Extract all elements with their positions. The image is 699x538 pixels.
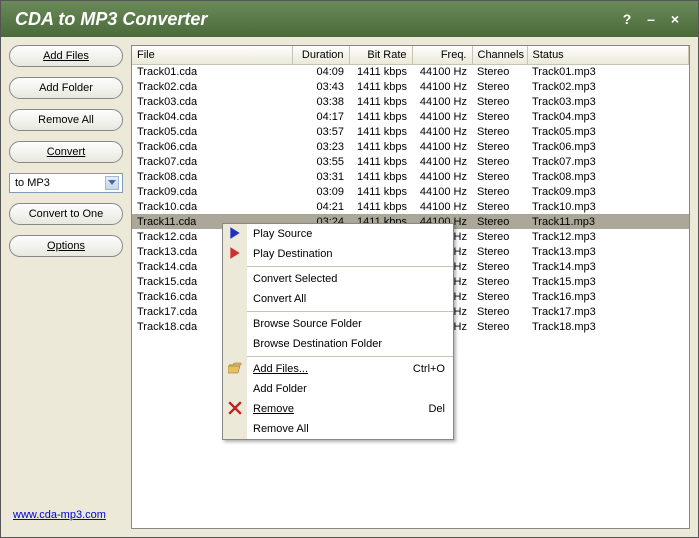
menu-remove-all[interactable]: Remove All: [247, 419, 453, 439]
sidebar: Add Files Add Folder Remove All Convert …: [1, 37, 131, 537]
col-file[interactable]: File: [132, 46, 292, 64]
context-menu: Play Source Play Destination Convert Sel…: [222, 223, 454, 440]
menu-add-files[interactable]: Add Files...Ctrl+O: [247, 359, 453, 379]
folder-open-icon: [226, 359, 244, 377]
col-freq[interactable]: Freq.: [412, 46, 472, 64]
menu-play-destination[interactable]: Play Destination: [247, 244, 453, 264]
convert-to-one-button[interactable]: Convert to One: [9, 203, 123, 225]
table-row[interactable]: Track03.cda03:381411 kbps44100 HzStereoT…: [132, 94, 689, 109]
col-status[interactable]: Status: [527, 46, 689, 64]
chevron-down-icon: [105, 176, 119, 190]
col-duration[interactable]: Duration: [292, 46, 349, 64]
close-button[interactable]: ×: [666, 11, 684, 27]
add-files-button[interactable]: Add Files: [9, 45, 123, 67]
convert-button[interactable]: Convert: [9, 141, 123, 163]
delete-icon: [226, 399, 244, 417]
titlebar[interactable]: CDA to MP3 Converter ? – ×: [1, 1, 698, 37]
table-row[interactable]: Track08.cda03:311411 kbps44100 HzStereoT…: [132, 169, 689, 184]
add-folder-button[interactable]: Add Folder: [9, 77, 123, 99]
menu-remove[interactable]: RemoveDel: [247, 399, 453, 419]
menu-play-source[interactable]: Play Source: [247, 224, 453, 244]
menu-add-folder[interactable]: Add Folder: [247, 379, 453, 399]
format-select[interactable]: to MP3: [9, 173, 123, 193]
file-list: File Duration Bit Rate Freq. Channels St…: [131, 45, 690, 529]
table-row[interactable]: Track02.cda03:431411 kbps44100 HzStereoT…: [132, 79, 689, 94]
minimize-button[interactable]: –: [642, 11, 660, 27]
table-row[interactable]: Track06.cda03:231411 kbps44100 HzStereoT…: [132, 139, 689, 154]
remove-all-button[interactable]: Remove All: [9, 109, 123, 131]
play-icon: [226, 224, 244, 242]
table-row[interactable]: Track01.cda04:091411 kbps44100 HzStereoT…: [132, 64, 689, 79]
footer-link[interactable]: www.cda-mp3.com: [9, 505, 123, 529]
menu-convert-all[interactable]: Convert All: [247, 289, 453, 309]
table-row[interactable]: Track09.cda03:091411 kbps44100 HzStereoT…: [132, 184, 689, 199]
format-select-value: to MP3: [15, 177, 105, 189]
help-button[interactable]: ?: [618, 11, 636, 27]
table-row[interactable]: Track07.cda03:551411 kbps44100 HzStereoT…: [132, 154, 689, 169]
options-button[interactable]: Options: [9, 235, 123, 257]
table-row[interactable]: Track10.cda04:211411 kbps44100 HzStereoT…: [132, 199, 689, 214]
table-row[interactable]: Track05.cda03:571411 kbps44100 HzStereoT…: [132, 124, 689, 139]
col-channels[interactable]: Channels: [472, 46, 527, 64]
app-title: CDA to MP3 Converter: [15, 9, 612, 30]
col-bitrate[interactable]: Bit Rate: [349, 46, 412, 64]
table-row[interactable]: Track04.cda04:171411 kbps44100 HzStereoT…: [132, 109, 689, 124]
menu-convert-selected[interactable]: Convert Selected: [247, 269, 453, 289]
play-icon: [226, 244, 244, 262]
menu-browse-destination[interactable]: Browse Destination Folder: [247, 334, 453, 354]
menu-browse-source[interactable]: Browse Source Folder: [247, 314, 453, 334]
